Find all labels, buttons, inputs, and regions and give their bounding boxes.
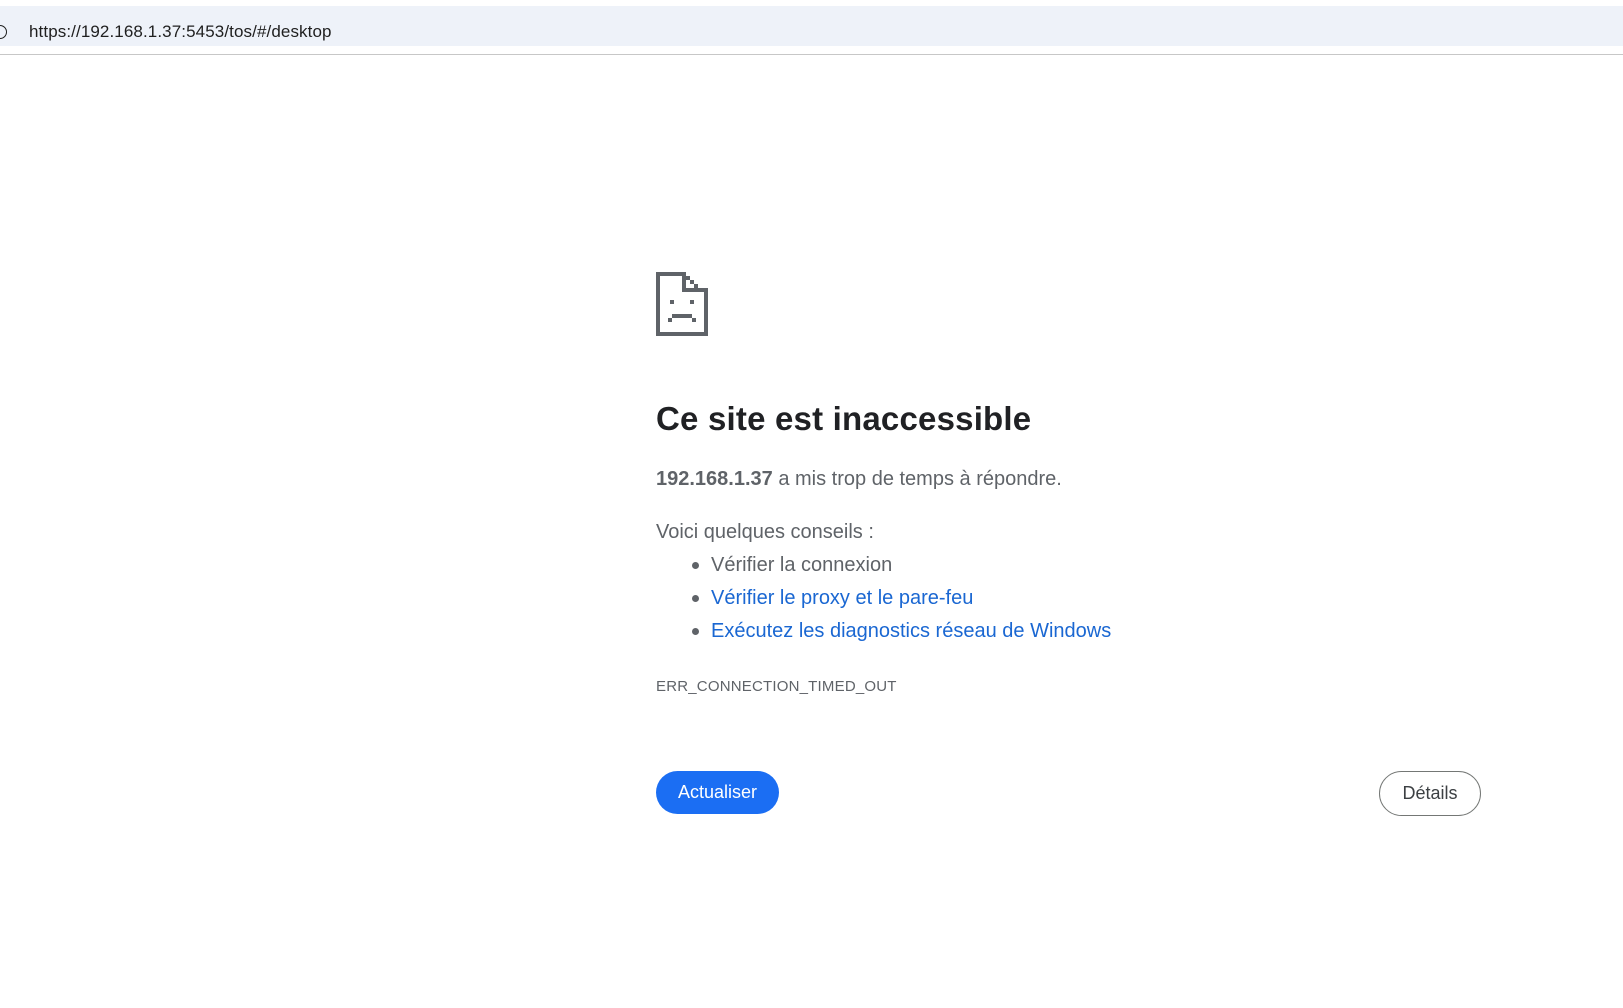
network-diagnostics-link[interactable]: Exécutez les diagnostics réseau de Windo… — [711, 620, 1111, 642]
tip-check-connection: Vérifier la connexion — [691, 554, 1111, 587]
page-title: Ce site est inaccessible — [656, 400, 1032, 437]
error-message-suffix: a mis trop de temps à répondre. — [772, 468, 1062, 490]
error-message: 192.168.1.37 a mis trop de temps à répon… — [656, 468, 1062, 491]
tips-list: Vérifier la connexion Vérifier le proxy … — [656, 554, 1111, 653]
tip-run-network-diagnostics: Exécutez les diagnostics réseau de Windo… — [691, 620, 1111, 653]
address-bar[interactable]: https://192.168.1.37:5453/tos/#/desktop — [0, 6, 1623, 46]
tip-check-connection-label: Vérifier la connexion — [711, 554, 893, 576]
toolbar-divider — [0, 54, 1623, 55]
reload-button[interactable]: Actualiser — [656, 771, 779, 814]
sad-document-icon — [656, 272, 708, 336]
error-code: ERR_CONNECTION_TIMED_OUT — [656, 678, 897, 695]
info-icon[interactable] — [0, 25, 7, 39]
tip-check-proxy-firewall: Vérifier le proxy et le pare-feu — [691, 587, 1111, 620]
check-proxy-firewall-link[interactable]: Vérifier le proxy et le pare-feu — [711, 587, 973, 609]
details-button[interactable]: Détails — [1379, 771, 1481, 816]
host-name: 192.168.1.37 — [656, 468, 773, 490]
url-text[interactable]: https://192.168.1.37:5453/tos/#/desktop — [29, 22, 332, 42]
tips-heading: Voici quelques conseils : — [656, 521, 874, 543]
